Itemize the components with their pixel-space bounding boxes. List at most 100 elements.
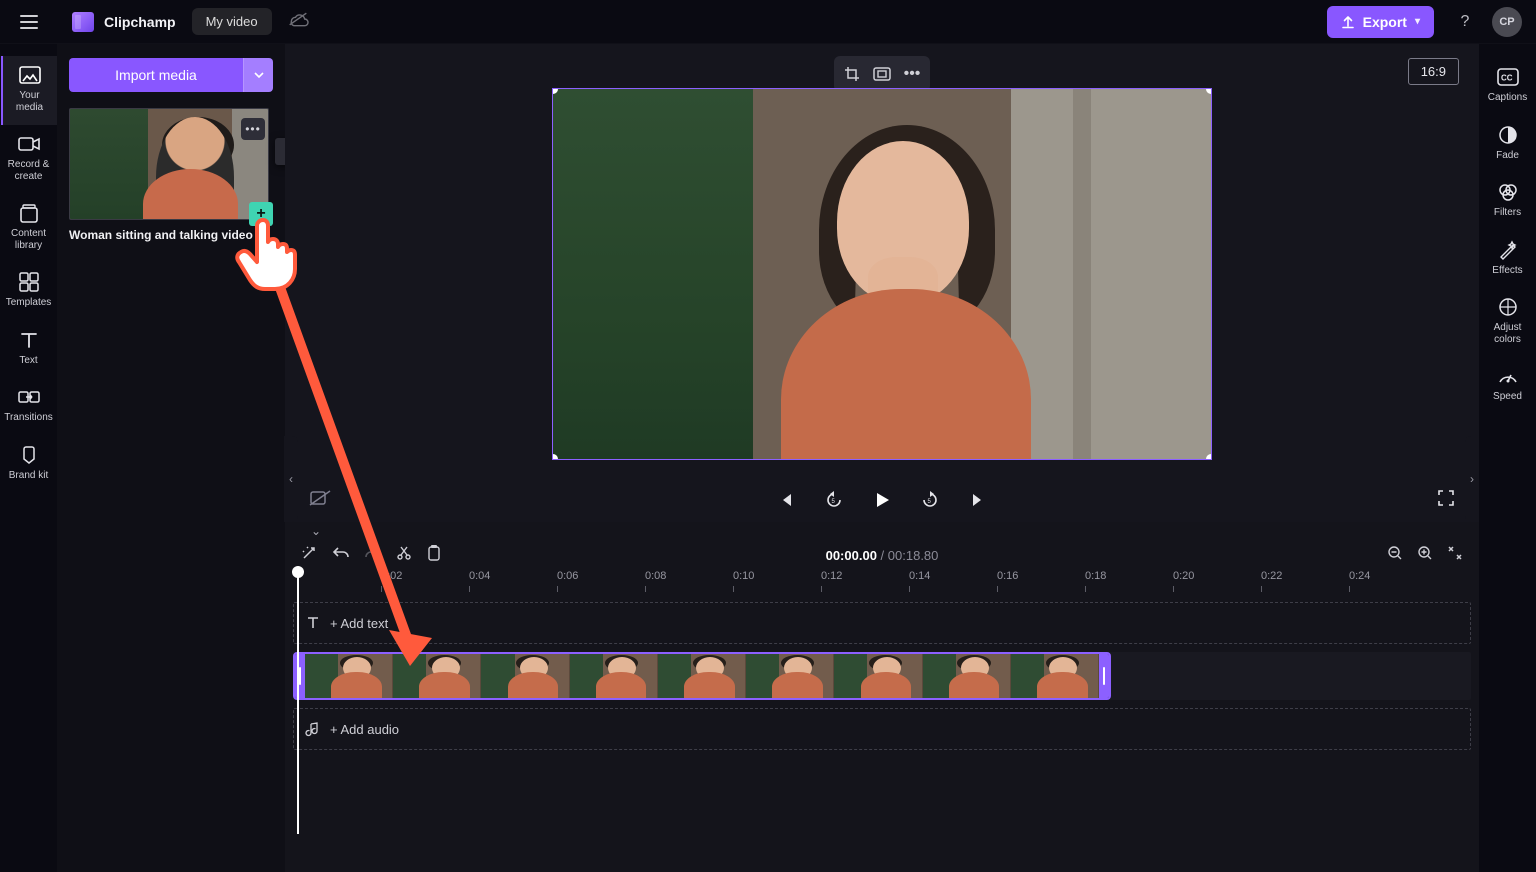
brand-name: Clipchamp <box>104 14 176 30</box>
sidebar-item-label: Templates <box>4 297 54 309</box>
clip-frame <box>746 654 834 698</box>
import-media-button[interactable]: Import media <box>69 58 243 92</box>
time-ruler[interactable]: 0:020:040:060:080:100:120:140:160:180:20… <box>293 570 1471 596</box>
zoom-out-button[interactable] <box>1387 545 1403 566</box>
clip-frame <box>1011 654 1099 698</box>
playhead[interactable] <box>292 566 304 578</box>
sidebar-item-label: Text <box>17 355 39 367</box>
fit-button[interactable] <box>868 60 896 88</box>
sidebar-item-templates[interactable]: Templates <box>1 263 57 321</box>
export-label: Export <box>1363 14 1407 30</box>
export-button[interactable]: Export ▾ <box>1327 6 1434 38</box>
audio-track[interactable]: + Add audio <box>293 708 1471 750</box>
sidebar-item-label: Brand kit <box>7 470 50 482</box>
right-item-captions[interactable]: CC Captions <box>1480 58 1536 116</box>
svg-text:5: 5 <box>928 499 932 505</box>
text-icon <box>306 616 320 630</box>
filters-icon <box>1496 181 1520 203</box>
right-item-adjust[interactable]: Adjust colors <box>1480 288 1536 357</box>
upload-icon <box>1341 15 1355 29</box>
aspect-ratio-button[interactable]: 16:9 <box>1408 58 1459 85</box>
rewind-button[interactable]: 5 <box>820 486 848 514</box>
split-button[interactable] <box>397 545 411 566</box>
speed-icon <box>1496 365 1520 387</box>
hide-preview-button[interactable] <box>309 490 331 511</box>
menu-button[interactable] <box>14 7 44 37</box>
time-tick: 0:10 <box>733 570 754 582</box>
chevron-down-icon: ▾ <box>1415 16 1420 27</box>
user-avatar[interactable]: CP <box>1492 7 1522 37</box>
svg-text:5: 5 <box>832 499 836 505</box>
right-item-label: Captions <box>1486 92 1529 104</box>
time-tick: 0:22 <box>1261 570 1282 582</box>
help-button[interactable]: ? <box>1450 7 1480 37</box>
fullscreen-button[interactable] <box>1437 489 1455 512</box>
media-more-button[interactable]: ••• <box>241 118 265 140</box>
time-tick: 0:12 <box>821 570 842 582</box>
cloud-off-icon[interactable] <box>288 11 308 32</box>
resize-handle[interactable] <box>1206 454 1212 460</box>
skip-end-button[interactable] <box>964 486 992 514</box>
play-button[interactable] <box>868 486 896 514</box>
library-icon <box>17 202 41 224</box>
redo-button[interactable] <box>365 546 381 565</box>
time-tick: 0:18 <box>1085 570 1106 582</box>
right-item-filters[interactable]: Filters <box>1480 173 1536 231</box>
right-item-effects[interactable]: Effects <box>1480 231 1536 289</box>
crop-button[interactable] <box>838 60 866 88</box>
project-title[interactable]: My video <box>192 8 272 35</box>
collapse-timeline-button[interactable]: ⌄ <box>311 524 321 538</box>
clip-frame <box>305 654 393 698</box>
clip-frame <box>570 654 658 698</box>
sidebar-item-record[interactable]: Record & create <box>1 125 57 194</box>
sidebar-item-library[interactable]: Content library <box>1 194 57 263</box>
sidebar-item-brandkit[interactable]: Brand kit <box>1 436 57 494</box>
import-media-dropdown[interactable] <box>243 58 273 92</box>
video-track[interactable] <box>293 652 1471 700</box>
clipchamp-logo <box>72 12 94 32</box>
fade-icon <box>1496 124 1520 146</box>
transport-bar: 5 5 <box>285 478 1479 522</box>
svg-text:CC: CC <box>1501 74 1513 83</box>
collapse-right-button[interactable]: › <box>1465 436 1479 522</box>
transitions-icon <box>17 386 41 408</box>
text-track[interactable]: + Add text <box>293 602 1471 644</box>
clip-handle-right[interactable] <box>1099 654 1109 698</box>
sidebar-item-label: Record & create <box>1 159 57 182</box>
skip-start-button[interactable] <box>772 486 800 514</box>
time-tick: 0:24 <box>1349 570 1370 582</box>
video-clip[interactable] <box>293 652 1111 700</box>
sidebar-item-text[interactable]: Text <box>1 321 57 379</box>
media-thumbnail-image <box>69 108 269 220</box>
preview-more-button[interactable]: ••• <box>898 60 926 88</box>
undo-button[interactable] <box>333 546 349 565</box>
add-to-timeline-button[interactable]: + <box>249 202 273 226</box>
sidebar-item-label: Transitions <box>2 412 55 424</box>
time-tick: 0:06 <box>557 570 578 582</box>
duration: 00:18.80 <box>888 548 939 563</box>
stage: ‹ ••• 16:9 5 5 <box>285 44 1479 872</box>
effects-icon <box>1496 239 1520 261</box>
playhead-line <box>297 574 299 834</box>
media-thumbnail[interactable]: ••• + Woman sitting and talking video <box>69 108 273 242</box>
right-item-label: Effects <box>1490 265 1524 277</box>
media-icon <box>18 64 42 86</box>
zoom-in-button[interactable] <box>1417 545 1433 566</box>
magic-button[interactable] <box>301 545 317 566</box>
preview-canvas[interactable] <box>552 88 1212 460</box>
audio-icon <box>306 722 320 736</box>
right-item-label: Adjust colors <box>1480 322 1536 345</box>
text-icon <box>17 329 41 351</box>
right-item-fade[interactable]: Fade <box>1480 116 1536 174</box>
right-rail: CC Captions Fade Filters Effects Adjust … <box>1479 44 1536 872</box>
sidebar-item-transitions[interactable]: Transitions <box>1 378 57 436</box>
time-tick: 0:16 <box>997 570 1018 582</box>
chevron-down-icon <box>254 71 264 79</box>
right-item-speed[interactable]: Speed <box>1480 357 1536 415</box>
zoom-fit-button[interactable] <box>1447 545 1463 566</box>
add-audio-label: + Add audio <box>330 722 399 737</box>
sidebar-item-your-media[interactable]: Your media <box>1 56 57 125</box>
clipboard-button[interactable] <box>427 545 441 566</box>
plus-icon: + <box>256 206 265 222</box>
forward-button[interactable]: 5 <box>916 486 944 514</box>
